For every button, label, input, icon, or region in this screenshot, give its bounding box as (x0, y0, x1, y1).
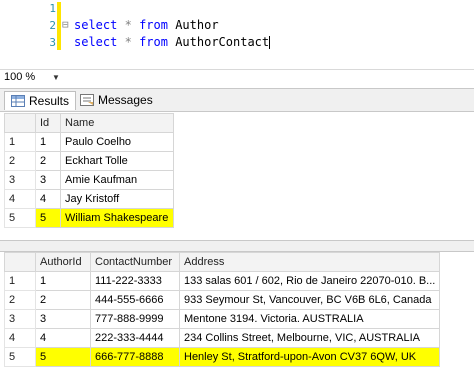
table-cell[interactable]: Eckhart Tolle (60, 151, 174, 171)
table-cell[interactable]: Jay Kristoff (60, 189, 174, 209)
table-cell[interactable]: 1 (35, 132, 61, 152)
table-row[interactable]: 4 4 Jay Kristoff (4, 189, 174, 209)
table-row[interactable]: 3 3 777-888-9999 Mentone 3194. Victoria.… (4, 309, 441, 329)
column-header[interactable]: Address (178, 252, 441, 272)
table-cell[interactable]: 444-555-6666 (90, 290, 180, 310)
row-number[interactable]: 1 (4, 132, 36, 152)
keyword-from: from (139, 18, 168, 32)
zoom-bar: 100 % ▼ (0, 69, 474, 86)
row-number[interactable]: 2 (4, 290, 36, 310)
column-header[interactable]: Name (60, 113, 174, 133)
chevron-down-icon[interactable]: ▼ (52, 73, 60, 82)
table-row[interactable]: 1 1 Paulo Coelho (4, 132, 174, 152)
table-cell[interactable]: Amie Kaufman (60, 170, 174, 190)
row-number[interactable]: 5 (4, 347, 36, 367)
grid-splitter[interactable] (0, 240, 474, 252)
table-row[interactable]: 2 2 Eckhart Tolle (4, 151, 174, 171)
table-cell[interactable]: 1 (35, 271, 91, 291)
table-name: AuthorContact (175, 35, 270, 49)
tab-results[interactable]: Results (4, 91, 77, 110)
table-cell[interactable]: 777-888-9999 (90, 309, 180, 329)
row-number[interactable]: 4 (4, 189, 36, 209)
table-cell[interactable]: 5 (35, 208, 61, 228)
table-cell[interactable]: 933 Seymour St, Vancouver, BC V6B 6L6, C… (178, 290, 441, 310)
table-cell[interactable]: William Shakespeare (60, 208, 174, 228)
table-cell[interactable]: 2 (35, 290, 91, 310)
table-name: Author (175, 18, 219, 32)
table-row[interactable]: 4 4 222-333-4444 234 Collins Street, Mel… (4, 328, 441, 348)
query-editor[interactable]: 1 2 3 ⊟ select * from Author select * fr… (0, 0, 474, 66)
row-number-header (4, 113, 36, 133)
result-grid-author[interactable]: Id Name 1 1 Paulo Coelho 2 2 Eckhart Tol… (4, 113, 174, 228)
results-tabs: Results Messages (0, 88, 474, 112)
table-cell[interactable]: 222-333-4444 (90, 328, 180, 348)
tab-messages[interactable]: Messages (74, 91, 159, 109)
keyword-select: select (74, 18, 118, 32)
row-number[interactable]: 3 (4, 309, 36, 329)
row-number[interactable]: 3 (4, 170, 36, 190)
table-cell[interactable]: 234 Collins Street, Melbourne, VIC, AUST… (178, 328, 441, 348)
row-number[interactable]: 2 (4, 151, 36, 171)
table-row[interactable]: 3 3 Amie Kaufman (4, 170, 174, 190)
table-row[interactable]: 2 2 444-555-6666 933 Seymour St, Vancouv… (4, 290, 441, 310)
row-number[interactable]: 1 (4, 271, 36, 291)
table-cell[interactable]: 133 salas 601 / 602, Rio de Janeiro 2207… (178, 271, 441, 291)
header-row: AuthorId ContactNumber Address (4, 252, 441, 272)
tab-label: Results (29, 94, 70, 108)
line-number-gutter: 1 2 3 (0, 0, 56, 66)
code-line[interactable]: select * from AuthorContact (74, 35, 271, 49)
code-line[interactable]: select * from Author (74, 18, 219, 32)
operator-star: * (124, 18, 132, 32)
zoom-level[interactable]: 100 % (4, 71, 35, 83)
line-number: 1 (49, 2, 56, 15)
table-cell[interactable]: 2 (35, 151, 61, 171)
row-number-header (4, 252, 36, 272)
table-cell[interactable]: 3 (35, 309, 91, 329)
result-grid-authorcontact[interactable]: AuthorId ContactNumber Address 1 1 111-2… (4, 252, 441, 367)
table-cell[interactable]: 4 (35, 189, 61, 209)
text-cursor (269, 36, 271, 49)
keyword-select: select (74, 35, 118, 49)
messages-icon (80, 94, 94, 106)
table-cell[interactable]: Mentone 3194. Victoria. AUSTRALIA (178, 309, 441, 329)
table-row[interactable]: 5 5 666-777-8888 Henley St, Stratford-up… (4, 347, 441, 367)
table-row[interactable]: 1 1 111-222-3333 133 salas 601 / 602, Ri… (4, 271, 441, 291)
table-cell[interactable]: 111-222-3333 (90, 271, 180, 291)
header-row: Id Name (4, 113, 174, 133)
operator-star: * (124, 35, 132, 49)
table-cell[interactable]: 3 (35, 170, 61, 190)
column-header[interactable]: Id (35, 113, 61, 133)
change-tracking-bar (57, 2, 61, 50)
table-row[interactable]: 5 5 William Shakespeare (4, 208, 174, 228)
tab-label: Messages (98, 93, 153, 107)
row-number[interactable]: 4 (4, 328, 36, 348)
keyword-from: from (139, 35, 168, 49)
line-number: 2 (49, 19, 56, 32)
column-header[interactable]: AuthorId (35, 252, 91, 272)
column-header[interactable]: ContactNumber (90, 252, 180, 272)
results-grid-icon (11, 95, 25, 107)
line-number: 3 (49, 36, 56, 49)
table-cell[interactable]: 4 (35, 328, 91, 348)
table-cell[interactable]: Henley St, Stratford-upon-Avon CV37 6QW,… (178, 347, 441, 367)
collapse-icon[interactable]: ⊟ (62, 18, 69, 31)
table-cell[interactable]: Paulo Coelho (60, 132, 174, 152)
row-number[interactable]: 5 (4, 208, 36, 228)
table-cell[interactable]: 5 (35, 347, 91, 367)
table-cell[interactable]: 666-777-8888 (90, 347, 180, 367)
